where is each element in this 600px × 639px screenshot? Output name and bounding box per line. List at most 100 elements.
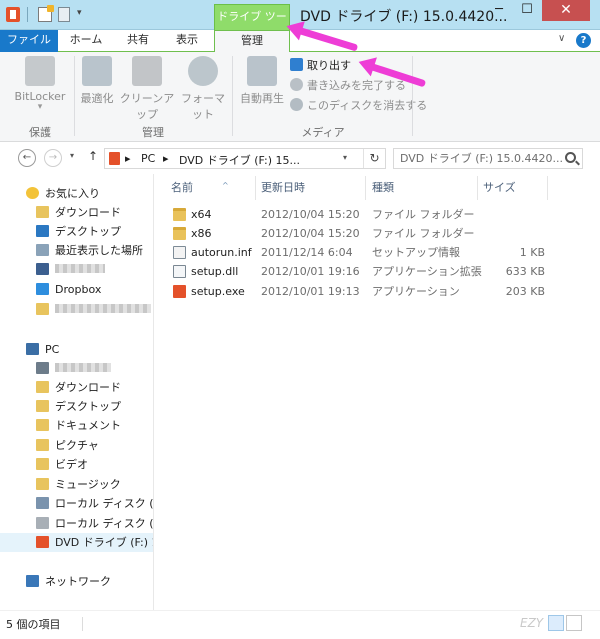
music-folder-icon	[36, 478, 49, 490]
properties-icon[interactable]	[38, 5, 54, 22]
group-label-media: メディア	[301, 126, 345, 139]
column-separator[interactable]	[365, 176, 366, 200]
file-row[interactable]: x64 2012/10/04 15:20 ファイル フォルダー	[155, 205, 600, 224]
watermark: EZY	[520, 616, 544, 630]
nav-item-pictures[interactable]: ピクチャ	[0, 436, 153, 455]
nav-item-network[interactable]: ネットワーク	[0, 572, 153, 591]
autoplay-label: 自動再生	[240, 92, 284, 105]
optimize-icon	[82, 56, 112, 86]
nav-item-local-d[interactable]: ローカル ディスク (D:)	[0, 514, 153, 533]
monitor-icon	[36, 263, 49, 275]
search-input[interactable]: DVD ドライブ (F:) 15.0.4420...	[393, 148, 583, 169]
nav-item-redacted-folder[interactable]	[0, 300, 153, 319]
bitlocker-button[interactable]: BitLocker ▾	[8, 56, 72, 112]
file-row[interactable]: autorun.inf 2011/12/14 6:04 セットアップ情報 1 K…	[155, 243, 600, 262]
tab-manage[interactable]: 管理	[214, 30, 290, 53]
file-row[interactable]: setup.exe 2012/10/01 19:13 アプリケーション 203 …	[155, 282, 600, 301]
breadcrumb-separator-icon[interactable]: ▸	[125, 152, 131, 165]
file-size: 633 KB	[505, 265, 545, 278]
forward-button[interactable]: →	[44, 149, 62, 167]
ribbon-divider	[232, 56, 233, 136]
file-name: autorun.inf	[191, 246, 252, 259]
file-date: 2012/10/01 19:13	[261, 285, 360, 298]
address-dropdown-icon[interactable]: ▾	[343, 153, 347, 162]
nav-item-pc-downloads[interactable]: ダウンロード	[0, 378, 153, 397]
help-icon[interactable]: ?	[576, 33, 591, 48]
folder-icon	[36, 303, 49, 315]
search-icon[interactable]	[565, 152, 576, 163]
close-button[interactable]: ✕	[542, 0, 590, 21]
nav-item-documents[interactable]: ドキュメント	[0, 416, 153, 435]
erase-disc-button[interactable]: このディスクを消去する	[290, 98, 427, 115]
tab-home[interactable]: ホーム	[60, 30, 112, 52]
office-app-icon[interactable]	[6, 7, 20, 22]
finish-burning-button[interactable]: 書き込みを完了する	[290, 78, 406, 95]
folder-icon	[173, 227, 186, 240]
dll-file-icon	[173, 265, 186, 278]
column-header-date[interactable]: 更新日時	[261, 180, 305, 196]
nav-item-pc-desktop[interactable]: デスクトップ	[0, 397, 153, 416]
cleanup-button[interactable]: クリーンアップ	[118, 56, 176, 122]
star-icon	[26, 187, 39, 199]
maximize-button[interactable]: ☐	[514, 0, 540, 21]
nav-item-music[interactable]: ミュージック	[0, 475, 153, 494]
dvd-office-icon	[36, 536, 49, 548]
folder-icon	[173, 208, 186, 221]
group-label-manage: 管理	[142, 126, 164, 139]
column-separator[interactable]	[477, 176, 478, 200]
bitlocker-dropdown-icon: ▾	[37, 102, 43, 112]
drive-tools-context-tab: ドライブ ツール	[214, 4, 290, 47]
cleanup-icon	[132, 56, 162, 86]
status-bar: 5 個の項目 EZY	[0, 610, 600, 639]
breadcrumb-separator-icon[interactable]: ▸	[163, 152, 169, 165]
file-row[interactable]: x86 2012/10/04 15:20 ファイル フォルダー	[155, 224, 600, 243]
nav-item-pc-redacted[interactable]	[0, 359, 153, 378]
breadcrumb-pc[interactable]: PC	[141, 152, 155, 165]
file-list[interactable]: 名前 ^ 更新日時 種類 サイズ x64 2012/10/04 15:20 ファ…	[155, 174, 600, 610]
nav-item-dvd-drive[interactable]: DVD ドライブ (F:) 15	[0, 533, 153, 552]
nav-item-favorites[interactable]: お気に入り	[0, 184, 153, 203]
large-icons-view-button[interactable]	[566, 615, 582, 631]
navigation-pane[interactable]: お気に入り ダウンロード デスクトップ 最近表示した場所 Dropbox PC …	[0, 174, 154, 610]
autoplay-icon	[247, 56, 277, 86]
tab-view[interactable]: 表示	[164, 30, 210, 52]
address-bar[interactable]: ▸ PC ▸ DVD ドライブ (F:) 15... ▾ ↻	[104, 148, 386, 169]
nav-item-desktop[interactable]: デスクトップ	[0, 222, 153, 241]
search-placeholder: DVD ドライブ (F:) 15.0.4420...	[400, 152, 563, 165]
ribbon-collapse-icon[interactable]: ∨	[558, 33, 565, 44]
network-icon	[26, 575, 39, 587]
nav-item-redacted[interactable]	[0, 260, 153, 279]
eject-button[interactable]: 取り出す	[290, 58, 351, 75]
tab-share[interactable]: 共有	[114, 30, 162, 52]
minimize-button[interactable]: ─	[486, 0, 512, 21]
window-title: DVD ドライブ (F:) 15.0.4420...	[300, 9, 508, 25]
column-header-name[interactable]: 名前 ^	[171, 180, 229, 196]
redacted-text	[55, 304, 151, 313]
refresh-button[interactable]: ↻	[363, 149, 385, 168]
format-icon	[188, 56, 218, 86]
column-header-type[interactable]: 種類	[372, 180, 394, 196]
column-separator[interactable]	[255, 176, 256, 200]
optimize-button[interactable]: 最適化	[78, 56, 116, 106]
nav-item-local-c[interactable]: ローカル ディスク (C:)	[0, 494, 153, 513]
nav-item-dropbox[interactable]: Dropbox	[0, 280, 153, 299]
nav-item-recent-places[interactable]: 最近表示した場所	[0, 241, 153, 260]
eject-label: 取り出す	[307, 59, 351, 72]
quick-access-dropdown-icon[interactable]: ▾	[77, 8, 82, 18]
new-folder-icon[interactable]	[58, 7, 70, 22]
nav-item-pc[interactable]: PC	[0, 340, 153, 359]
format-button[interactable]: フォーマット	[178, 56, 228, 122]
nav-item-downloads[interactable]: ダウンロード	[0, 203, 153, 222]
nav-item-videos[interactable]: ビデオ	[0, 455, 153, 474]
breadcrumb-dvd-drive[interactable]: DVD ドライブ (F:) 15...	[179, 152, 300, 168]
autoplay-button[interactable]: 自動再生	[238, 56, 286, 106]
column-header-size[interactable]: サイズ	[483, 180, 516, 196]
recent-locations-icon[interactable]: ▾	[70, 151, 74, 160]
tab-file[interactable]: ファイル	[0, 30, 58, 52]
erase-disc-label: このディスクを消去する	[307, 99, 428, 112]
details-view-button[interactable]	[548, 615, 564, 631]
column-separator[interactable]	[547, 176, 548, 200]
back-button[interactable]: ←	[18, 149, 36, 167]
file-row[interactable]: setup.dll 2012/10/01 19:16 アプリケーション拡張 63…	[155, 262, 600, 281]
up-button[interactable]: ↑	[88, 149, 98, 163]
